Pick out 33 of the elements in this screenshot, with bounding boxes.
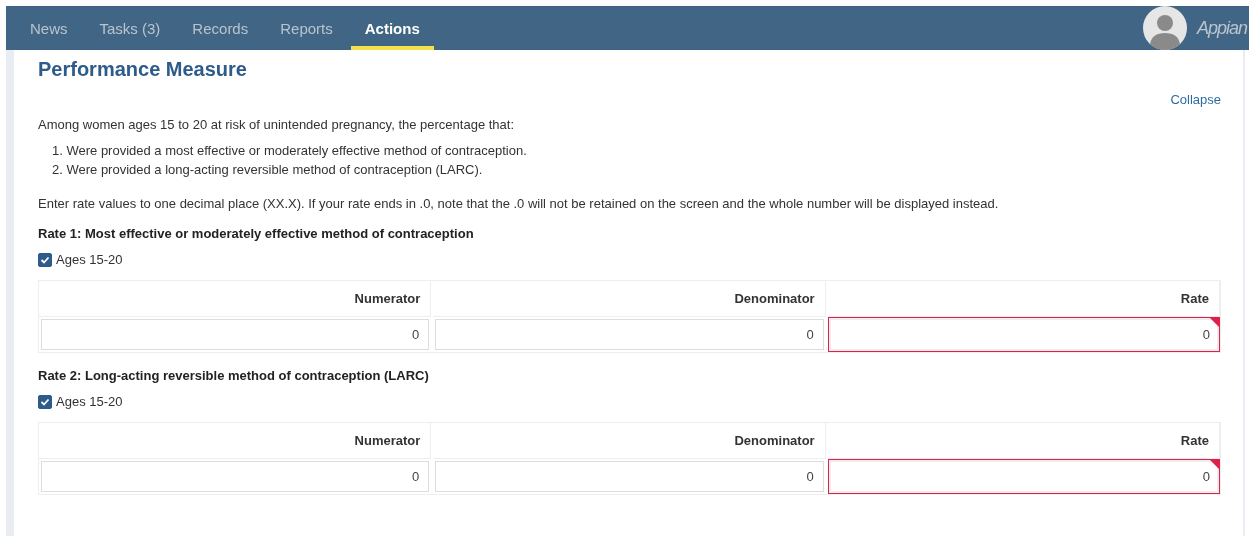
nav-tab[interactable]: Actions (350, 6, 434, 50)
check-icon (40, 254, 50, 265)
section-title: Performance Measure (38, 57, 248, 82)
column-header: Numerator (39, 423, 432, 459)
instruction-text: Enter rate values to one decimal place (XX.X). If your rate ends in .0, note that the .0 will not be retained on the screen and the whole number will be displayed instead. (38, 196, 1000, 211)
error-flag-icon (1210, 318, 1219, 327)
number-field[interactable]: 0 (435, 319, 824, 350)
number-field[interactable]: 0 (41, 461, 430, 492)
brand-logo: Appian (1196, 17, 1248, 40)
rate-heading: Rate 2: Long-acting reversible method of contraception (LARC) (38, 368, 430, 383)
error-flag-icon (1210, 460, 1219, 469)
column-header: Denominator (433, 281, 826, 317)
checkbox[interactable] (38, 394, 52, 409)
checkbox[interactable] (38, 252, 52, 267)
column-header: Numerator (39, 281, 432, 317)
checkbox-label: Ages 15-20 (56, 252, 123, 267)
collapse-link[interactable]: Collapse (1170, 92, 1221, 107)
nav-tab[interactable]: Tasks (3) (85, 6, 175, 50)
checkbox-label: Ages 15-20 (56, 394, 123, 409)
number-field[interactable]: 0 (41, 319, 430, 350)
intro-text: Among women ages 15 to 20 at risk of unintended pregnancy, the percentage that: (38, 117, 516, 132)
list-item: 1. Were provided a most effective or moderately effective method of contraception. (52, 142, 528, 160)
number-field[interactable]: 0 (827, 459, 1220, 494)
nav-tab[interactable]: Reports (266, 6, 347, 50)
avatar-icon[interactable] (1142, 6, 1187, 50)
nav-tab[interactable]: Records (178, 6, 263, 50)
number-field[interactable]: 0 (827, 317, 1220, 352)
list-item: 2. Were provided a long-acting reversible method of contraception (LARC). (52, 161, 484, 179)
number-field[interactable]: 0 (435, 461, 824, 492)
check-icon (40, 396, 50, 407)
nav-tab[interactable]: News (16, 6, 82, 50)
rate-heading: Rate 1: Most effective or moderately effective method of contraception (38, 226, 475, 241)
column-header: Denominator (433, 423, 826, 459)
